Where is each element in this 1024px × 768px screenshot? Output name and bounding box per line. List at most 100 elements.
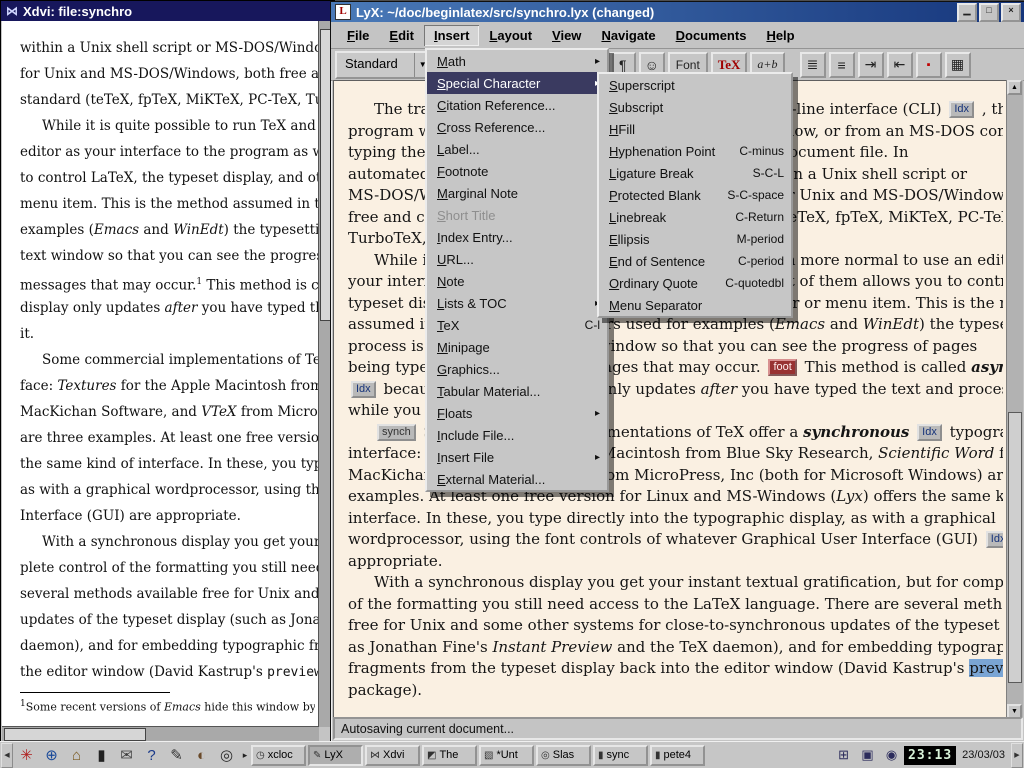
- menu-item-shortcut: M-period: [725, 232, 784, 246]
- panel-hide-right-icon[interactable]: ▶: [1011, 743, 1023, 768]
- lyx-titlebar[interactable]: L LyX: ~/doc/beginlatex/src/synchro.lyx …: [331, 2, 1024, 22]
- increase-depth-button[interactable]: ⇥: [858, 52, 884, 78]
- digital-clock[interactable]: 23:13: [904, 746, 956, 765]
- foot-inset-button[interactable]: foot: [768, 359, 796, 376]
- menu-view[interactable]: View: [542, 25, 591, 46]
- menu-item-cross-reference[interactable]: Cross Reference...: [427, 116, 607, 138]
- menu-item-label: External Material...: [437, 472, 545, 487]
- text-run: ) the typesetting process runs in a sepa…: [224, 222, 319, 238]
- kmail-icon[interactable]: ✉: [114, 743, 139, 767]
- netscape-icon[interactable]: ◎: [214, 743, 239, 767]
- home-folder-icon[interactable]: ⌂: [64, 743, 89, 767]
- text-run: from MicroPress, Inc (both for Microsoft…: [237, 404, 319, 420]
- minimize-button[interactable]: ▁: [957, 3, 977, 22]
- maximize-button[interactable]: □: [979, 3, 999, 22]
- task-button-unt[interactable]: ▧*Unt: [479, 745, 534, 766]
- menu-file[interactable]: File: [337, 25, 379, 46]
- task-app-icon: ▧: [484, 750, 493, 761]
- menu-edit[interactable]: Edit: [379, 25, 424, 46]
- gimp-icon[interactable]: ◐: [189, 743, 214, 767]
- task-button-xcloc[interactable]: ◷xcloc: [251, 745, 306, 766]
- xdvi-titlebar[interactable]: ⋈ Xdvi: file:synchro: [1, 1, 334, 21]
- menu-item-include-file[interactable]: Include File...: [427, 424, 607, 446]
- line-break-button[interactable]: ▪: [916, 52, 942, 78]
- xdvi-horizontal-scrollbar-thumb[interactable]: [4, 728, 146, 741]
- enumerate-list-button[interactable]: ≡: [829, 52, 855, 78]
- menu-item-ordinary-quote[interactable]: Ordinary QuoteC-quotedbl: [599, 272, 791, 294]
- menu-item-minipage[interactable]: Minipage: [427, 336, 607, 358]
- lyx-vertical-scrollbar[interactable]: ▲ ▼: [1006, 80, 1023, 719]
- menu-item-index-entry[interactable]: Index Entry...: [427, 226, 607, 248]
- help-icon[interactable]: ?: [139, 743, 164, 767]
- menu-item-external-material[interactable]: External Material...: [427, 468, 607, 490]
- text-line: appropriate.: [348, 551, 1003, 573]
- menu-item-hyphenation-point[interactable]: Hyphenation PointC-minus: [599, 140, 791, 162]
- panel-handle[interactable]: ▸: [240, 750, 250, 761]
- menu-insert[interactable]: Insert: [424, 25, 479, 46]
- pager-icon[interactable]: ⊞: [832, 744, 855, 767]
- menu-item-end-of-sentence[interactable]: End of SentenceC-period: [599, 250, 791, 272]
- menu-help[interactable]: Help: [756, 25, 804, 46]
- menu-item-marginal-note[interactable]: Marginal Note: [427, 182, 607, 204]
- menu-item-lists-toc[interactable]: Lists & TOC▸: [427, 292, 607, 314]
- lyx-vertical-scrollbar-thumb[interactable]: [1008, 412, 1022, 682]
- text-run: the same kind of interface. In these, yo…: [20, 456, 319, 472]
- menu-item-tabular-material[interactable]: Tabular Material...: [427, 380, 607, 402]
- menu-documents[interactable]: Documents: [666, 25, 757, 46]
- menu-navigate[interactable]: Navigate: [591, 25, 665, 46]
- itemize-list-button[interactable]: ≣: [800, 52, 826, 78]
- menu-item-special-character[interactable]: Special Character▸: [427, 72, 607, 94]
- idx-inset-button[interactable]: Idx: [351, 381, 376, 398]
- konsole-icon[interactable]: ▮: [89, 743, 114, 767]
- idx-inset-button[interactable]: Idx: [949, 101, 974, 118]
- task-button-xdvi[interactable]: ⋈Xdvi: [365, 745, 420, 766]
- menu-item-graphics[interactable]: Graphics...: [427, 358, 607, 380]
- label-inset-button[interactable]: synch: [377, 424, 416, 441]
- text-line: face: Textures for the Apple Macintosh f…: [20, 373, 319, 399]
- task-label: *Unt: [496, 749, 517, 761]
- text-run: appropriate.: [348, 552, 443, 570]
- k-menu-icon[interactable]: ✳: [14, 743, 39, 767]
- menu-item-linebreak[interactable]: LinebreakC-Return: [599, 206, 791, 228]
- task-button-pete4[interactable]: ▮pete4: [650, 745, 705, 766]
- menu-item-menu-separator[interactable]: Menu Separator: [599, 294, 791, 316]
- menu-item-note[interactable]: Note: [427, 270, 607, 292]
- klipper-icon[interactable]: ▣: [856, 744, 879, 767]
- menu-item-label: TeX: [437, 318, 459, 333]
- scroll-up-icon[interactable]: ▲: [1007, 80, 1022, 95]
- menu-item-ellipsis[interactable]: EllipsisM-period: [599, 228, 791, 250]
- idx-inset-button[interactable]: Idx: [986, 531, 1003, 548]
- menu-item-shortcut: C-Return: [723, 210, 784, 224]
- idx-inset-button[interactable]: Idx: [917, 424, 942, 441]
- menu-item-footnote[interactable]: Footnote: [427, 160, 607, 182]
- menu-item-math[interactable]: Math▸: [427, 50, 607, 72]
- layout-combo[interactable]: Standard ▼: [335, 51, 433, 79]
- close-button[interactable]: ×: [1001, 3, 1021, 22]
- menu-item-hfill[interactable]: HFill: [599, 118, 791, 140]
- text-run: plete control of the formatting you stil…: [20, 560, 319, 576]
- menu-item-short-title[interactable]: Short Title: [427, 204, 607, 226]
- menu-item-url[interactable]: URL...: [427, 248, 607, 270]
- menu-layout[interactable]: Layout: [479, 25, 542, 46]
- task-label: Xdvi: [383, 749, 404, 761]
- menu-item-protected-blank[interactable]: Protected BlankS-C-space: [599, 184, 791, 206]
- panel-hide-left-icon[interactable]: ◀: [1, 743, 13, 768]
- korn-icon[interactable]: ◉: [880, 744, 903, 767]
- menu-item-insert-file[interactable]: Insert File▸: [427, 446, 607, 468]
- menu-item-subscript[interactable]: Subscript: [599, 96, 791, 118]
- menu-item-superscript[interactable]: Superscript: [599, 74, 791, 96]
- kwrite-icon[interactable]: ✎: [164, 743, 189, 767]
- task-button-sync[interactable]: ▮sync: [593, 745, 648, 766]
- menu-item-floats[interactable]: Floats▸: [427, 402, 607, 424]
- menu-item-ligature-break[interactable]: Ligature BreakS-C-L: [599, 162, 791, 184]
- xdvi-horizontal-scrollbar[interactable]: [2, 726, 319, 742]
- task-button-lyx[interactable]: ✎LyX: [308, 745, 363, 766]
- decrease-depth-button[interactable]: ⇤: [887, 52, 913, 78]
- menu-item-tex[interactable]: TeXC-l: [427, 314, 607, 336]
- menu-item-citation-reference[interactable]: Citation Reference...: [427, 94, 607, 116]
- konqueror-icon[interactable]: ⊕: [39, 743, 64, 767]
- menu-item-label[interactable]: Label...: [427, 138, 607, 160]
- task-button-slas[interactable]: ◎Slas: [536, 745, 591, 766]
- task-button-the[interactable]: ◩The: [422, 745, 477, 766]
- insert-table-button[interactable]: ▦: [945, 52, 971, 78]
